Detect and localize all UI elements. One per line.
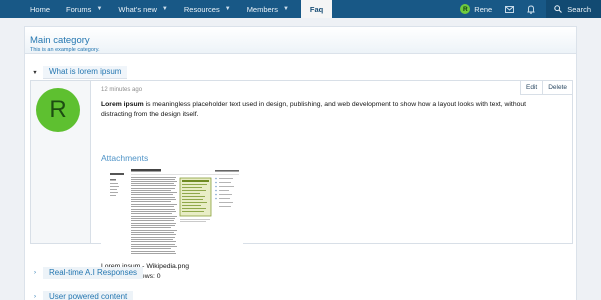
faq-question[interactable]: User powered content: [43, 290, 134, 300]
caret-right-icon[interactable]: ›: [30, 270, 40, 276]
faq-item-open[interactable]: ▼ What is lorem ipsum: [30, 66, 128, 79]
nav-resources-label: Resources: [183, 4, 220, 14]
edit-button[interactable]: Edit: [520, 81, 543, 95]
nav-user-area: R Rene Search: [454, 0, 601, 18]
faq-question[interactable]: Real-time A.I Responses: [43, 266, 144, 279]
user-name: Rene: [474, 4, 493, 14]
category-title[interactable]: Main category: [30, 36, 576, 46]
author-avatar[interactable]: R: [36, 88, 80, 132]
category-header: Main category This is an example categor…: [25, 27, 576, 54]
mail-icon[interactable]: [498, 0, 520, 18]
faq-item-collapsed[interactable]: › Real-time A.I Responses: [30, 266, 144, 279]
category-description: This is an example category.: [30, 47, 100, 53]
search-icon: [554, 5, 563, 13]
user-menu[interactable]: R Rene: [454, 4, 498, 14]
attachments-heading: Attachments: [101, 153, 149, 163]
nav-members[interactable]: Members ▼: [239, 0, 297, 18]
search-button[interactable]: Search: [546, 0, 601, 18]
faq-question[interactable]: What is lorem ipsum: [43, 66, 128, 79]
search-label: Search: [567, 4, 591, 14]
nav-home[interactable]: Home: [21, 0, 58, 18]
chevron-down-icon[interactable]: ▼: [162, 6, 168, 12]
message-timestamp[interactable]: 12 minutes ago: [101, 87, 142, 93]
message-actions: Edit Delete: [520, 81, 572, 95]
delete-button[interactable]: Delete: [542, 81, 572, 95]
nav-faq-label: Faq: [309, 4, 324, 14]
message-user-column: R: [31, 81, 91, 243]
top-navbar: Home Forums ▼ What's new ▼ Resources ▼ Memb…: [0, 0, 601, 18]
faq-item-collapsed[interactable]: › User powered content: [30, 290, 134, 300]
nav-resources[interactable]: Resources ▼: [176, 0, 239, 18]
faq-category-block: Main category This is an example categor…: [24, 26, 577, 300]
nav-whats-new[interactable]: What's new ▼: [110, 0, 175, 18]
message-body: Lorem ipsum is meaningless placeholder t…: [101, 100, 551, 120]
message-body-text: is meaningless placeholder text used in …: [101, 101, 527, 118]
user-avatar: R: [460, 4, 471, 14]
nav-members-label: Members: [246, 4, 278, 14]
nav-faq[interactable]: Faq: [300, 0, 333, 18]
nav-home-label: Home: [30, 4, 51, 14]
bell-icon[interactable]: [520, 0, 542, 18]
attachment-thumbnail[interactable]: [101, 166, 243, 260]
caret-down-icon[interactable]: ▼: [30, 70, 40, 76]
nav-whats-new-label: What's new: [118, 4, 157, 14]
faq-answer: R 12 minutes ago Edit Delete Lorem ipsum…: [30, 80, 573, 280]
nav-forums-label: Forums: [66, 4, 92, 14]
chevron-down-icon[interactable]: ▼: [283, 6, 289, 12]
message-body-bold: Lorem ipsum: [101, 101, 144, 108]
chevron-down-icon[interactable]: ▼: [96, 6, 102, 12]
caret-right-icon[interactable]: ›: [30, 294, 40, 300]
nav-forums[interactable]: Forums ▼: [58, 0, 110, 18]
chevron-down-icon[interactable]: ▼: [225, 6, 231, 12]
